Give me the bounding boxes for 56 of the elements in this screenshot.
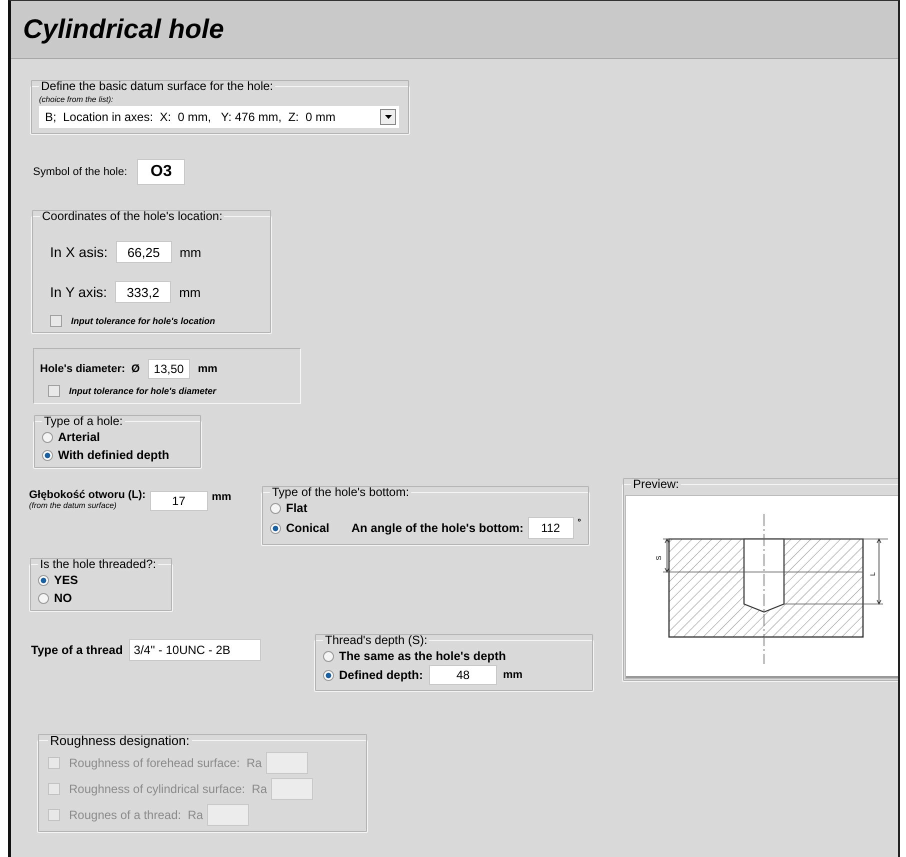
group-title: Is the hole threaded?: xyxy=(39,557,158,571)
checkbox-label: Input tolerance for hole's location xyxy=(71,316,216,326)
radio-label: Conical xyxy=(286,521,330,535)
thread-type-field[interactable]: 3/4'' - 10UNC - 2B xyxy=(128,639,261,661)
unit-label: mm xyxy=(503,669,523,681)
thread-type-label: Type of a thread xyxy=(31,643,123,657)
checkbox-label: Rougnes of a thread: Ra xyxy=(69,808,204,822)
checkbox[interactable] xyxy=(48,385,60,397)
axis-label: In Y axis: xyxy=(50,284,108,300)
group-title: Type of the hole's bottom: xyxy=(271,485,410,499)
checkbox-label: Input tolerance for hole's diameter xyxy=(69,386,216,396)
group-title: Coordinates of the hole's location: xyxy=(41,209,224,223)
radio-button[interactable] xyxy=(270,502,281,514)
angle-label: An angle of the hole's bottom: xyxy=(351,521,524,535)
radio-button[interactable] xyxy=(38,574,49,586)
group-title: Define the basic datum surface for the hole: xyxy=(40,79,274,93)
group-title: Thread's depth (S): xyxy=(324,633,428,647)
symbol-label: Symbol of the hole: xyxy=(33,166,128,178)
diameter-field[interactable]: 13,50 xyxy=(148,359,190,379)
symbol-field[interactable]: O3 xyxy=(137,159,186,185)
radio-button[interactable] xyxy=(42,450,53,460)
group-title: Preview: xyxy=(632,477,680,491)
radio-button[interactable] xyxy=(323,670,334,680)
hint-text: (from the datum surface) xyxy=(29,501,118,510)
radio-label: The same as the hole's depth xyxy=(339,649,506,663)
diameter-label: Hole's diameter: Ø xyxy=(40,363,140,375)
checkbox-label: Roughness of forehead surface: Ra xyxy=(69,756,262,770)
depth-field[interactable]: 17 xyxy=(150,491,208,511)
unit-label: mm xyxy=(180,244,202,260)
radio-label: Defined depth: xyxy=(339,668,423,682)
radio-label: Flat xyxy=(286,501,308,515)
angle-field[interactable]: 112 xyxy=(528,517,574,539)
radio-label: YES xyxy=(54,573,78,587)
group-title: Type of a hole: xyxy=(43,414,124,428)
form-title: Cylindrical hole xyxy=(23,14,224,45)
depth-label: Głębokość otworu (L): xyxy=(29,489,146,501)
radio-label: With definied depth xyxy=(58,448,170,462)
radio-button[interactable] xyxy=(38,592,49,604)
radio-label: Arterial xyxy=(58,430,100,444)
axis-label: In X asis: xyxy=(50,244,108,260)
radio-button[interactable] xyxy=(42,432,53,442)
checkbox[interactable] xyxy=(50,315,62,327)
thread-depth-field[interactable]: 48 xyxy=(429,665,497,685)
degree-label: ° xyxy=(578,517,582,527)
group-title: Roughness designation: xyxy=(49,733,190,748)
unit-label: mm xyxy=(198,363,218,375)
radio-button[interactable] xyxy=(270,522,281,534)
datum-dropdown[interactable]: B; Location in axes: X: 0 mm, Y: 476 mm, Z: 0 mm xyxy=(39,106,399,128)
checkbox-label: Roughness of cylindrical surface: Ra xyxy=(69,782,268,796)
coordinate-field[interactable]: 333,2 xyxy=(115,281,172,303)
unit-label: mm xyxy=(212,491,232,503)
hint-text: (choice from the list): xyxy=(39,95,114,105)
unit-label: mm xyxy=(179,284,201,300)
radio-button[interactable] xyxy=(323,650,334,662)
coordinate-field[interactable]: 66,25 xyxy=(116,241,172,263)
radio-label: NO xyxy=(54,591,72,605)
